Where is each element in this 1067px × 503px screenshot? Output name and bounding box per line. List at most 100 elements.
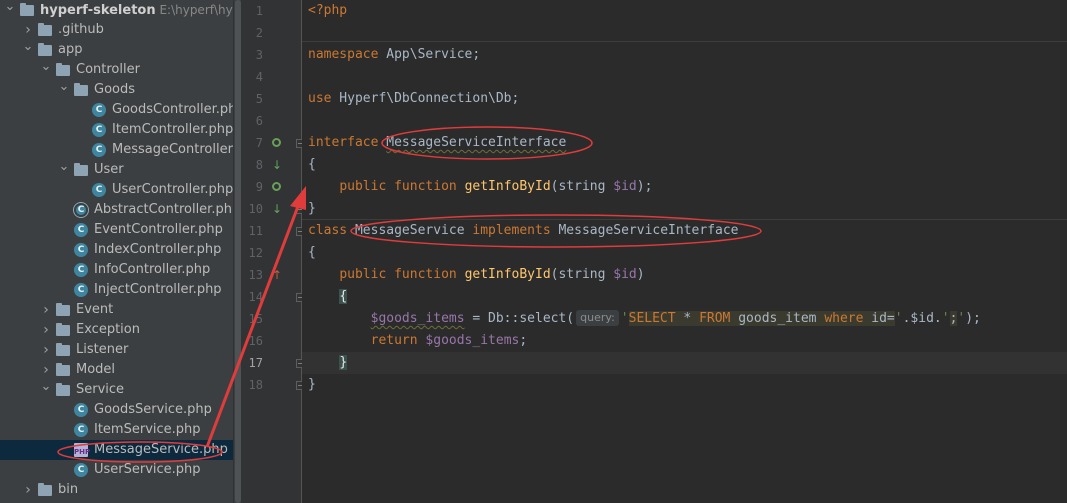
implementing-marker-icon[interactable]: ↑ — [272, 264, 286, 286]
line-number: 13 — [248, 268, 263, 282]
method-separator — [302, 41, 1067, 42]
class-icon: C — [74, 223, 88, 237]
tree-item[interactable]: PHP MessageService.php — [0, 440, 241, 460]
line-number: 8 — [255, 158, 263, 172]
tree-item[interactable]: ⌄ app — [0, 40, 241, 60]
tree-item-label: IndexController.php — [94, 242, 222, 257]
tree-item[interactable]: › .github — [0, 20, 241, 40]
line-number: 16 — [248, 334, 263, 348]
tree-item[interactable]: › Exception — [0, 320, 241, 340]
tree-item[interactable]: C GoodsService.php — [0, 400, 241, 420]
class-icon: C — [74, 403, 88, 417]
parameter-hint: query: — [576, 310, 619, 326]
tree-item-label: MessageService.php — [94, 442, 228, 457]
abstract-class-icon: C — [74, 203, 88, 217]
tree-item[interactable]: ⌄ Service — [0, 380, 241, 400]
current-line-highlight — [302, 352, 1067, 374]
tree-item[interactable]: › bin — [0, 480, 241, 500]
tree-item[interactable]: C AbstractController.php — [0, 200, 241, 220]
tree-item[interactable]: › Event — [0, 300, 241, 320]
class-icon: C — [74, 263, 88, 277]
chevron-right-icon[interactable]: › — [40, 300, 52, 320]
line-number: 3 — [255, 48, 263, 62]
tree-item-label: Listener — [76, 342, 129, 357]
tree-item[interactable]: C GoodsController.php — [0, 100, 241, 120]
tree-item[interactable]: ⌄ hyperf-skeleton E:\hyperf\hyperf-s — [0, 0, 241, 20]
chevron-down-icon[interactable]: ⌄ — [22, 40, 34, 60]
code-line-13: public function getInfoById(string $id) — [339, 267, 645, 282]
class-icon: C — [74, 243, 88, 257]
code-line-17: } — [339, 355, 348, 370]
interface-name: MessageServiceInterface — [386, 135, 567, 150]
tree-item-label: Goods — [94, 82, 136, 97]
code-line-3: namespace App\Service; — [308, 47, 481, 62]
tree-item-label: MessageController.php — [112, 142, 241, 157]
chevron-right-icon[interactable]: › — [22, 20, 34, 40]
code-line-1: <?php — [308, 3, 348, 18]
line-number: 14 — [248, 290, 263, 304]
chevron-down-icon[interactable]: ⌄ — [4, 0, 16, 20]
implemented-marker-icon[interactable]: ↓ — [272, 132, 286, 172]
editor-gutter: ↓ ↓ ↑ 1 2 3 4 5 6 7 8 9 10 11 12 13 14 15 16 17 18 — [241, 0, 305, 503]
code-line-12: { — [308, 245, 316, 260]
tree-item[interactable]: ⌄ Goods — [0, 80, 241, 100]
tree-item-label: ItemController.php — [112, 122, 234, 137]
chevron-down-icon[interactable]: ⌄ — [40, 380, 52, 400]
class-icon: C — [92, 103, 106, 117]
chevron-right-icon[interactable]: › — [40, 320, 52, 340]
class-icon: C — [92, 143, 106, 157]
code-line-18: } — [308, 377, 316, 392]
folder-icon — [56, 303, 70, 316]
tree-item-label: AbstractController.php — [94, 202, 241, 217]
tree-item-label: Service — [76, 382, 125, 397]
tree-item[interactable]: › Model — [0, 360, 241, 380]
tree-item-label: Controller — [76, 62, 140, 77]
tree-item[interactable]: › Listener — [0, 340, 241, 360]
tree-item-label: Model — [76, 362, 116, 377]
project-tree-scrollbar[interactable] — [233, 0, 241, 503]
tree-item[interactable]: C EventController.php — [0, 220, 241, 240]
code-editor[interactable]: <?php namespace App\Service; use Hyperf\… — [302, 0, 1067, 503]
line-number: 2 — [255, 26, 263, 40]
tree-item[interactable]: C ItemController.php — [0, 120, 241, 140]
folder-icon — [56, 363, 70, 376]
folder-icon — [20, 3, 34, 16]
chevron-right-icon[interactable]: › — [40, 340, 52, 360]
tree-item[interactable]: C InfoController.php — [0, 260, 241, 280]
tree-item[interactable]: C UserService.php — [0, 460, 241, 480]
line-number: 4 — [255, 70, 263, 84]
tree-item[interactable]: C InjectController.php — [0, 280, 241, 300]
code-line-9: public function getInfoById(string $id); — [339, 179, 653, 194]
line-number: 10 — [248, 202, 263, 216]
chevron-right-icon[interactable]: › — [40, 360, 52, 380]
line-number: 17 — [248, 356, 263, 370]
line-number: 9 — [255, 180, 263, 194]
line-number: 12 — [248, 246, 263, 260]
tree-item[interactable]: C ItemService.php — [0, 420, 241, 440]
class-icon: C — [74, 423, 88, 437]
tree-item-label: InjectController.php — [94, 282, 222, 297]
tree-item-label: InfoController.php — [94, 262, 211, 277]
tree-item-label: .github — [58, 22, 104, 37]
tree-item[interactable]: C MessageController.php — [0, 140, 241, 160]
code-line-5: use Hyperf\DbConnection\Db; — [308, 91, 520, 106]
class-icon: C — [74, 463, 88, 477]
code-line-7: interface MessageServiceInterface — [308, 135, 567, 150]
folder-icon — [38, 483, 52, 496]
folder-icon — [74, 83, 88, 96]
tree-item[interactable]: C IndexController.php — [0, 240, 241, 260]
tree-item[interactable]: ⌄ User — [0, 160, 241, 180]
chevron-right-icon[interactable]: › — [22, 480, 34, 500]
project-tree: ⌄ hyperf-skeleton E:\hyperf\hyperf-s › .git… — [0, 0, 241, 503]
tree-item[interactable]: C UserController.php — [0, 180, 241, 200]
line-number: 1 — [255, 4, 263, 18]
tree-item[interactable]: ⌄ Controller — [0, 60, 241, 80]
line-number: 15 — [248, 312, 263, 326]
chevron-down-icon[interactable]: ⌄ — [58, 160, 70, 180]
tree-item-label: Exception — [76, 322, 140, 337]
implemented-marker-icon[interactable]: ↓ — [272, 176, 286, 216]
chevron-down-icon[interactable]: ⌄ — [40, 60, 52, 80]
tree-item-label: EventController.php — [94, 222, 223, 237]
tree-item-label: User — [94, 162, 124, 177]
chevron-down-icon[interactable]: ⌄ — [58, 80, 70, 100]
